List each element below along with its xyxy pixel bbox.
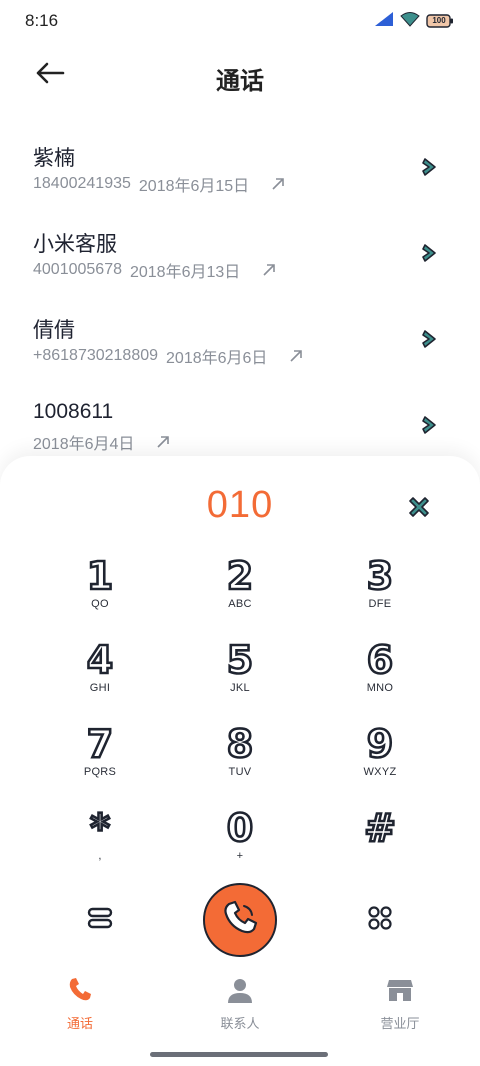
key-digit: 5	[225, 638, 254, 682]
nav-item-calls[interactable]: 通话	[0, 976, 160, 1036]
call-log-item[interactable]: 倩倩 +8618730218809 2018年6月6日	[0, 300, 480, 386]
battery-level: 100	[432, 16, 446, 25]
key-digit: 1	[85, 554, 114, 598]
header: 通话	[0, 48, 480, 104]
nav-label: 营业厅	[380, 1016, 420, 1031]
chevron-right-icon[interactable]	[420, 414, 440, 436]
outgoing-arrow-icon	[262, 263, 276, 277]
key-0[interactable]: 0 +	[170, 804, 310, 888]
key-3[interactable]: 3 DFE	[310, 552, 450, 636]
nav-item-store[interactable]: 营业厅	[320, 976, 480, 1036]
key-letters: QO	[91, 598, 109, 610]
key-digit: #	[363, 806, 397, 850]
person-icon	[226, 976, 254, 1009]
phone-number: 4001005678	[33, 261, 122, 278]
store-icon	[386, 976, 414, 1009]
page-title: 通话	[216, 68, 264, 95]
status-time: 8:16	[25, 11, 59, 30]
key-digit: 7	[85, 722, 114, 766]
key-digit: *	[89, 806, 111, 850]
key-hash[interactable]: #	[310, 804, 450, 888]
call-log-item[interactable]: 小米客服 4001005678 2018年6月13日	[0, 214, 480, 300]
call-date: 2018年6月15日	[138, 178, 250, 195]
home-indicator[interactable]	[150, 1052, 328, 1057]
key-2[interactable]: 2 ABC	[170, 552, 310, 636]
call-date: 2018年6月6日	[166, 350, 268, 367]
call-date: 2018年6月4日	[33, 436, 135, 453]
contact-name: 1008611	[33, 400, 114, 423]
wifi-icon	[400, 11, 420, 32]
call-meta: 4001005678 2018年6月13日	[33, 258, 276, 282]
key-digit: 0	[225, 806, 254, 850]
chevron-right-icon[interactable]	[420, 242, 440, 264]
phone-icon	[66, 976, 94, 1009]
key-letters: PQRS	[83, 766, 117, 778]
keypad: 1 QO 2 ABC 3 DFE 4 GHI 5 JKL 6 MNO 7 PQRS 8 TUV …	[30, 552, 450, 888]
key-letters: DFE	[368, 598, 392, 610]
key-digit: 9	[365, 722, 394, 766]
call-action	[170, 883, 310, 957]
key-5[interactable]: 5 JKL	[170, 636, 310, 720]
key-digit: 8	[225, 722, 254, 766]
contact-name: 倩倩	[33, 319, 75, 342]
contact-name: 小米客服	[33, 233, 117, 256]
key-7[interactable]: 7 PQRS	[30, 720, 170, 804]
key-star[interactable]: *,	[30, 804, 170, 888]
phone-number: 18400241935	[33, 175, 131, 192]
key-letters: WXYZ	[363, 766, 397, 778]
nav-label: 通话	[66, 1016, 93, 1031]
phone-icon	[220, 898, 260, 943]
nav-item-contacts[interactable]: 联系人	[160, 976, 320, 1036]
bottom-nav: 通话 联系人 营业厅	[0, 976, 480, 1036]
key-letters: ,	[98, 850, 102, 862]
key-letters: +	[236, 850, 244, 862]
grid-icon	[367, 905, 393, 936]
call-log-list: 紫楠 18400241935 2018年6月15日 小米客服 400100567…	[0, 128, 480, 472]
nav-label: 联系人	[220, 1016, 260, 1031]
call-meta: 18400241935 2018年6月15日	[33, 172, 285, 196]
key-1[interactable]: 1 QO	[30, 552, 170, 636]
chevron-right-icon[interactable]	[420, 156, 440, 178]
key-6[interactable]: 6 MNO	[310, 636, 450, 720]
outgoing-arrow-icon	[156, 435, 170, 449]
key-digit: 4	[85, 638, 114, 682]
call-button[interactable]	[203, 883, 277, 957]
key-letters: JKL	[230, 682, 250, 694]
outgoing-arrow-icon	[271, 177, 285, 191]
clear-icon[interactable]	[406, 494, 432, 520]
call-meta: +8618730218809 2018年6月6日	[33, 344, 303, 368]
key-digit: 3	[365, 554, 394, 598]
menu-button[interactable]	[30, 906, 170, 935]
dialer-panel: 010 1 QO 2 ABC 3 DFE 4 GHI 5 JKL 6 MNO 7 PQRS 8…	[0, 456, 480, 1066]
key-letters: MNO	[366, 682, 394, 694]
status-bar: 8:16 100	[0, 0, 480, 40]
key-letters: GHI	[89, 682, 111, 694]
key-letters: ABC	[228, 598, 252, 610]
battery-icon: 100	[426, 14, 454, 28]
outgoing-arrow-icon	[289, 349, 303, 363]
chevron-right-icon[interactable]	[420, 328, 440, 350]
key-8[interactable]: 8 TUV	[170, 720, 310, 804]
key-digit: 2	[225, 554, 254, 598]
key-digit: 6	[365, 638, 394, 682]
key-letters: TUV	[228, 766, 252, 778]
phone-number: +8618730218809	[33, 347, 159, 364]
key-9[interactable]: 9 WXYZ	[310, 720, 450, 804]
grid-button[interactable]	[310, 905, 450, 936]
key-4[interactable]: 4 GHI	[30, 636, 170, 720]
dialer-actions	[30, 880, 450, 960]
contact-name: 紫楠	[33, 147, 75, 170]
menu-icon	[87, 906, 113, 935]
status-icons: 100	[374, 11, 454, 32]
call-meta: 2018年6月4日	[33, 430, 170, 454]
call-date: 2018年6月13日	[129, 264, 241, 281]
signal-icon	[374, 11, 394, 32]
call-log-item[interactable]: 紫楠 18400241935 2018年6月15日	[0, 128, 480, 214]
